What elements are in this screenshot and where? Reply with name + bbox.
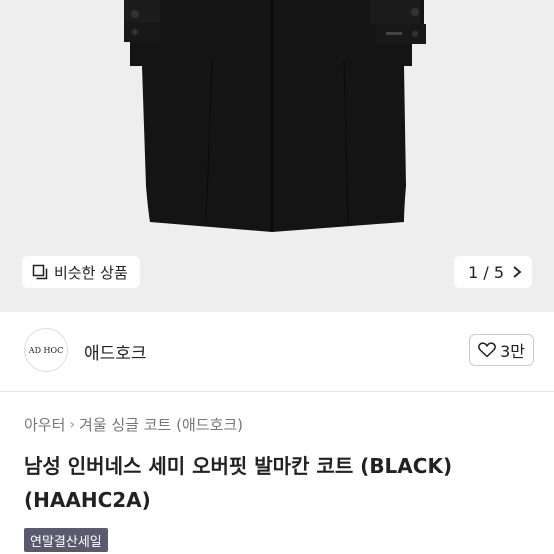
image-counter: 1 / 5 [468,262,504,282]
image-pager[interactable]: 1 / 5 [454,256,532,288]
breadcrumb: 아우터 › 겨울 싱글 코트 (애드호크) [24,414,243,435]
breadcrumb-item-outer[interactable]: 아우터 [24,414,65,435]
shop-logo[interactable]: AD HOC [24,328,68,372]
shop-info: AD HOC 애드호크 3만 [0,312,554,392]
product-title: 남성 인버네스 세미 오버핏 발마칸 코트 (BLACK) (HAAHC2A) [24,454,453,512]
sale-badge: 연말결산세일 [24,528,108,552]
shop-logo-text: AD HOC [28,345,64,355]
heart-icon [478,342,496,358]
similar-products-button[interactable]: 비슷한 상품 [22,256,140,288]
shop-name[interactable]: 애드호크 [84,339,147,364]
chevron-right-icon: › [69,416,76,433]
like-button[interactable]: 3만 [469,334,534,366]
chevron-right-icon[interactable] [512,265,522,279]
product-image-area[interactable]: 비슷한 상품 1 / 5 [0,0,554,312]
breadcrumb-item-category[interactable]: 겨울 싱글 코트 (애드호크) [79,414,243,435]
similar-items-icon [32,264,48,280]
like-count: 3만 [500,342,525,361]
similar-products-label: 비슷한 상품 [54,263,128,282]
